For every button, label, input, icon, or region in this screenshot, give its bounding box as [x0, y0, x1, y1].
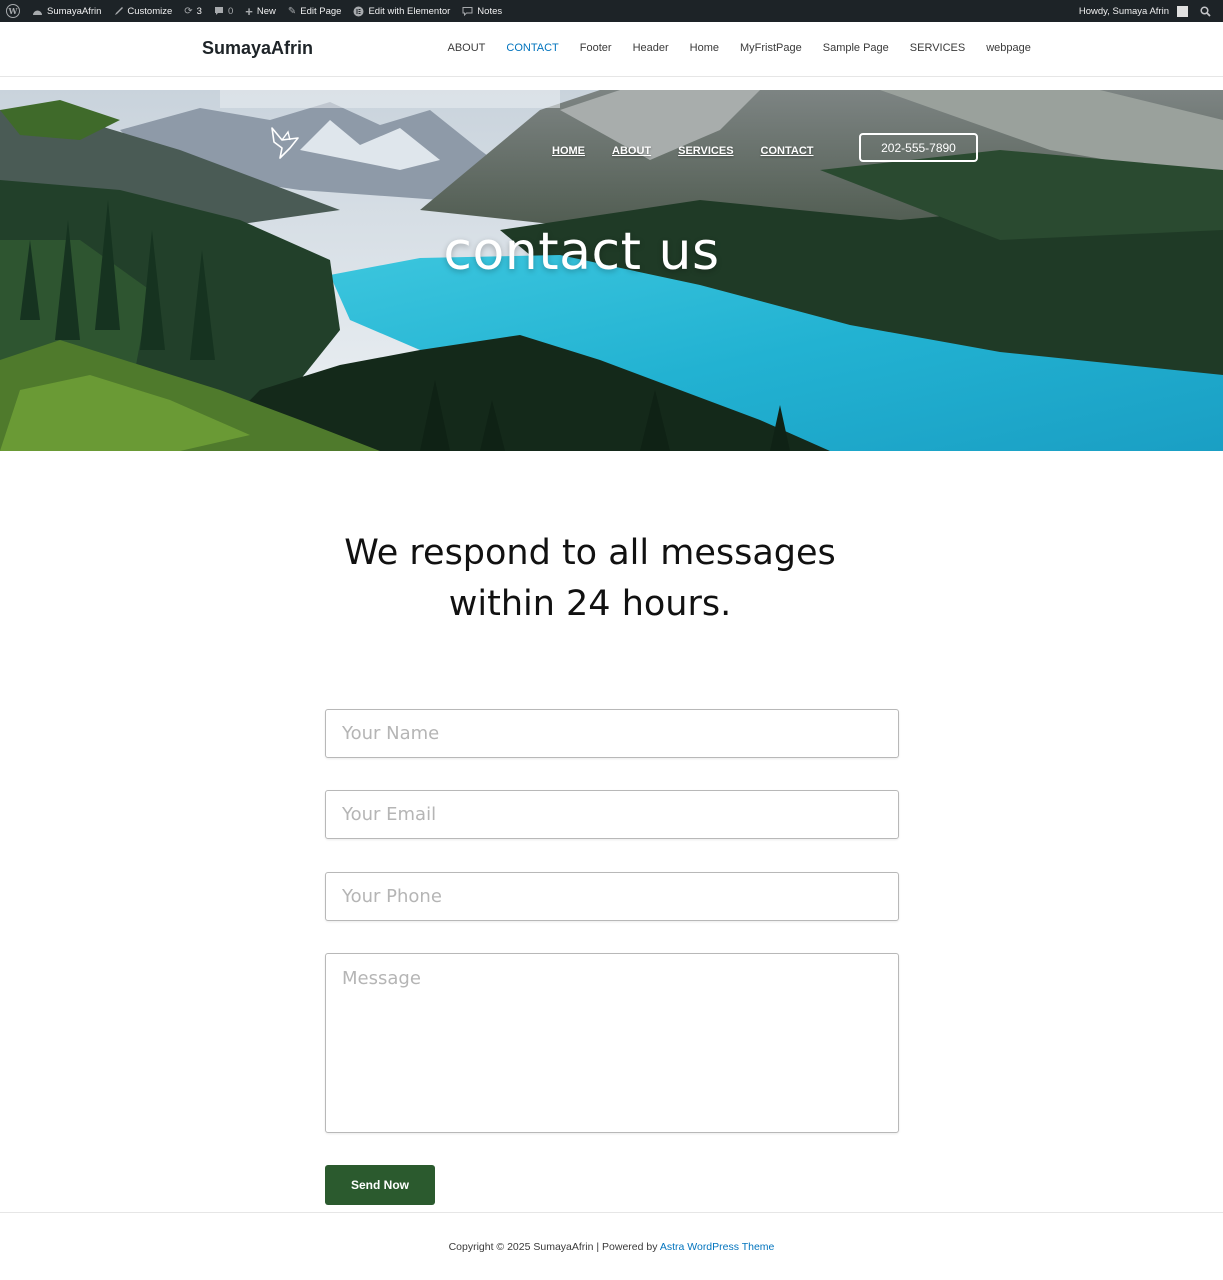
send-now-button[interactable]: Send Now — [325, 1165, 435, 1205]
hero-navigation: HOME ABOUT SERVICES CONTACT — [552, 145, 814, 157]
nav-item-webpage[interactable]: webpage — [976, 42, 1042, 54]
hero-nav-contact[interactable]: CONTACT — [761, 145, 814, 157]
edit-page-link[interactable]: ✎ Edit Page — [282, 0, 348, 22]
notes-label: Notes — [477, 5, 503, 17]
bird-logo-icon[interactable] — [268, 126, 304, 160]
customize-label: Customize — [127, 5, 173, 17]
hero-nav-home[interactable]: HOME — [552, 145, 585, 157]
nav-item-header[interactable]: Header — [622, 42, 679, 54]
page-heading: We respond to all messages within 24 hou… — [0, 528, 1180, 630]
pencil-icon: ✎ — [287, 5, 297, 17]
wordpress-logo-button[interactable]: W — [0, 0, 26, 22]
hero-nav-about[interactable]: ABOUT — [612, 145, 651, 157]
edit-page-label: Edit Page — [300, 5, 342, 17]
elementor-icon — [353, 6, 364, 17]
new-content-link[interactable]: + New — [239, 0, 282, 22]
nav-item-sample-page[interactable]: Sample Page — [812, 42, 899, 54]
customize-link[interactable]: Customize — [107, 0, 178, 22]
hero-nav-services[interactable]: SERVICES — [678, 145, 733, 157]
dashboard-icon — [32, 7, 43, 16]
nav-item-contact[interactable]: CONTACT — [496, 42, 569, 54]
site-name-link[interactable]: SumayaAfrin — [26, 0, 107, 22]
copyright-label: Copyright © 2025 SumayaAfrin | Powered b… — [448, 1241, 658, 1253]
plus-icon: + — [245, 3, 253, 19]
updates-icon: ⟳ — [184, 5, 193, 17]
avatar — [1177, 5, 1188, 17]
hero-title: contact us — [443, 222, 720, 282]
heading-line-1: We respond to all messages — [344, 533, 836, 573]
hero-section: HOME ABOUT SERVICES CONTACT 202-555-7890 co… — [0, 90, 1223, 451]
search-icon — [1200, 5, 1211, 17]
comments-link[interactable]: 0 — [208, 0, 239, 22]
new-label: New — [256, 5, 276, 17]
astra-theme-link[interactable]: Astra WordPress Theme — [660, 1241, 775, 1253]
copyright-text: Copyright © 2025 SumayaAfrin | Powered b… — [0, 1241, 1223, 1253]
phone-input[interactable] — [325, 872, 899, 921]
site-title[interactable]: SumayaAfrin — [202, 38, 313, 59]
nav-item-about[interactable]: ABOUT — [437, 42, 496, 54]
updates-count: 3 — [196, 5, 202, 17]
message-textarea[interactable] — [325, 953, 899, 1133]
notes-link[interactable]: Notes — [456, 0, 508, 22]
site-header: SumayaAfrin ABOUT CONTACT Footer Header Home… — [0, 22, 1223, 77]
edit-elementor-link[interactable]: Edit with Elementor — [347, 0, 456, 22]
account-menu[interactable]: Howdy, Sumaya Afrin — [1073, 0, 1194, 22]
wordpress-icon: W — [6, 4, 20, 18]
heading-line-2: within 24 hours. — [448, 584, 732, 624]
comment-bubble-icon — [214, 6, 224, 16]
phone-button[interactable]: 202-555-7890 — [859, 133, 978, 162]
edit-elementor-label: Edit with Elementor — [368, 5, 451, 17]
nav-item-home[interactable]: Home — [679, 42, 729, 54]
nav-item-services[interactable]: SERVICES — [899, 42, 975, 54]
comments-count: 0 — [227, 5, 234, 17]
updates-link[interactable]: ⟳ 3 — [178, 0, 208, 22]
speech-bubble-icon — [462, 6, 473, 16]
email-input[interactable] — [325, 790, 899, 839]
site-name-label: SumayaAfrin — [47, 5, 102, 17]
nav-item-footer[interactable]: Footer — [569, 42, 622, 54]
brush-icon — [113, 6, 124, 16]
name-input[interactable] — [325, 709, 899, 758]
nav-item-myfristpage[interactable]: MyFristPage — [729, 42, 812, 54]
howdy-label: Howdy, Sumaya Afrin — [1078, 5, 1169, 17]
admin-search-button[interactable] — [1194, 0, 1217, 22]
site-footer: Copyright © 2025 SumayaAfrin | Powered b… — [0, 1212, 1223, 1280]
primary-navigation: ABOUT CONTACT Footer Header Home MyFristPage S… — [437, 42, 1041, 54]
wp-admin-bar: W SumayaAfrin Customize ⟳ 3 0 + New ✎ Ed… — [0, 0, 1223, 22]
